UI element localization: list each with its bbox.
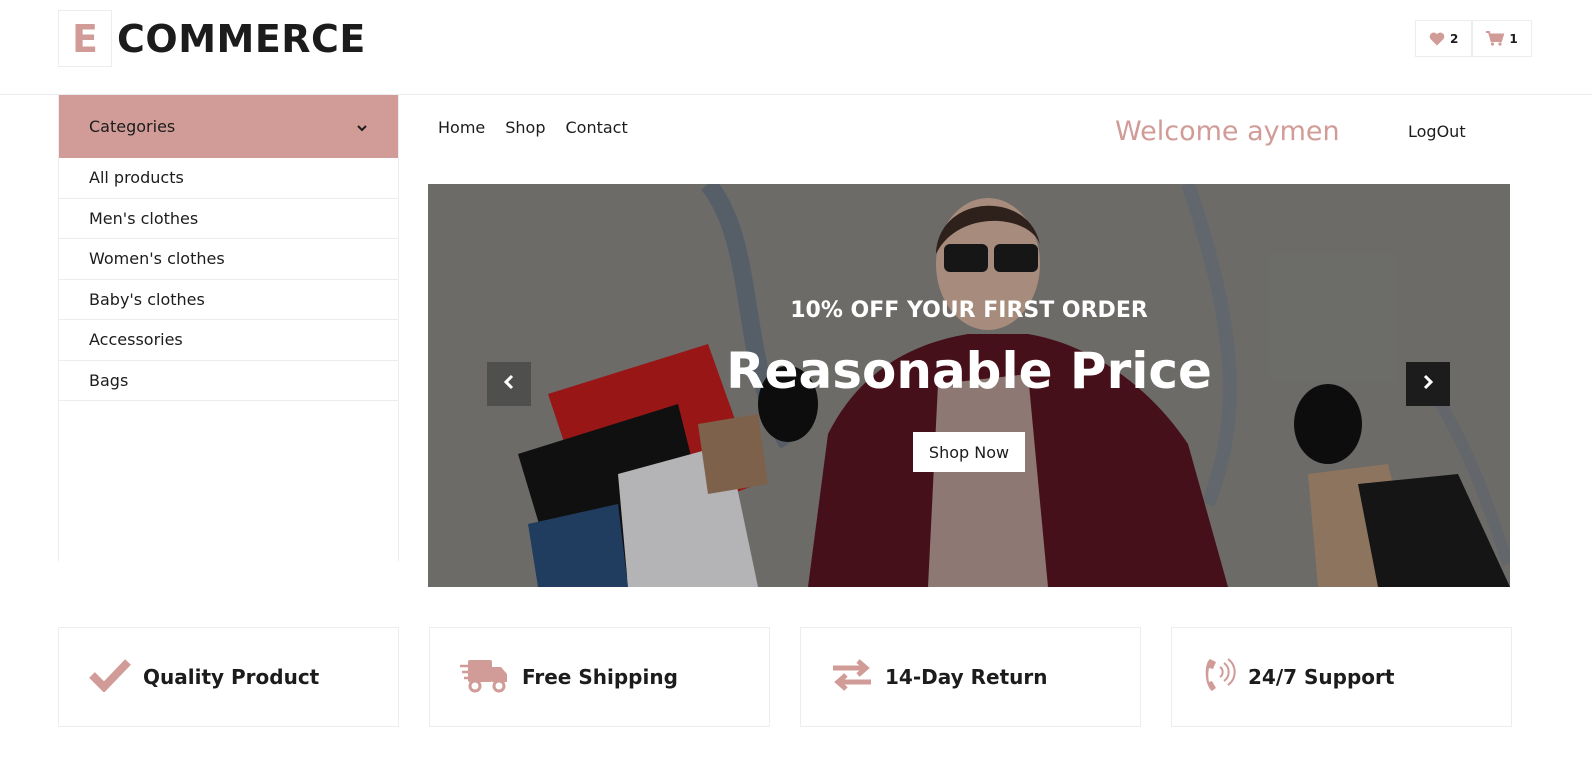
- carousel-next-button[interactable]: [1406, 362, 1450, 406]
- check-icon: [89, 658, 131, 696]
- nav-shop[interactable]: Shop: [505, 118, 545, 137]
- chevron-left-icon: [503, 374, 515, 394]
- welcome-message: Welcome aymen: [1115, 116, 1340, 147]
- logo[interactable]: E COMMERCE: [58, 10, 366, 67]
- logo-letter: E: [58, 10, 112, 67]
- category-all-products[interactable]: All products: [59, 158, 398, 199]
- hero-kicker: 10% OFF YOUR FIRST ORDER: [790, 298, 1148, 323]
- cart-count: 1: [1509, 31, 1518, 46]
- cart-icon: [1486, 31, 1505, 46]
- wishlist-count: 2: [1450, 31, 1459, 46]
- feature-24-7-support: 24/7 Support: [1171, 627, 1512, 727]
- logout-link[interactable]: LogOut: [1408, 122, 1466, 141]
- category-bags[interactable]: Bags: [59, 361, 398, 401]
- shipping-truck-icon: [460, 656, 510, 698]
- category-list: All products Men's clothes Women's cloth…: [59, 158, 398, 401]
- nav-contact[interactable]: Contact: [566, 118, 628, 137]
- shop-now-button[interactable]: Shop Now: [913, 432, 1025, 472]
- chevron-right-icon: [1422, 374, 1434, 394]
- phone-volume-icon: [1202, 655, 1236, 699]
- hero-carousel: 10% OFF YOUR FIRST ORDER Reasonable Pric…: [428, 184, 1510, 587]
- categories-title: Categories: [89, 117, 176, 136]
- categories-sidebar: Categories All products Men's clothes Wo…: [58, 95, 399, 561]
- feature-label: Free Shipping: [522, 665, 678, 689]
- category-accessories[interactable]: Accessories: [59, 320, 398, 361]
- categories-toggle[interactable]: Categories: [59, 95, 398, 158]
- exchange-arrows-icon: [831, 658, 873, 696]
- header-actions: 2 1: [1415, 20, 1532, 57]
- heart-icon: [1429, 32, 1445, 46]
- category-mens-clothes[interactable]: Men's clothes: [59, 199, 398, 239]
- nav-home[interactable]: Home: [438, 118, 485, 137]
- hero-title: Reasonable Price: [726, 342, 1212, 400]
- feature-label: 14-Day Return: [885, 665, 1048, 689]
- feature-14-day-return: 14-Day Return: [800, 627, 1141, 727]
- feature-free-shipping: Free Shipping: [429, 627, 770, 727]
- main-nav: Home Shop Contact: [438, 118, 628, 137]
- chevron-down-icon: [356, 117, 368, 136]
- logo-text: COMMERCE: [117, 16, 366, 61]
- feature-label: 24/7 Support: [1248, 665, 1395, 689]
- feature-label: Quality Product: [143, 665, 320, 689]
- feature-quality-product: Quality Product: [58, 627, 399, 727]
- site-header: E COMMERCE 2 1: [0, 0, 1592, 95]
- features-row: Quality Product Free Shipping 14-Day Ret…: [58, 627, 1512, 727]
- wishlist-button[interactable]: 2: [1415, 20, 1473, 57]
- carousel-prev-button[interactable]: [487, 362, 531, 406]
- category-womens-clothes[interactable]: Women's clothes: [59, 239, 398, 280]
- category-babys-clothes[interactable]: Baby's clothes: [59, 280, 398, 320]
- cart-button[interactable]: 1: [1472, 20, 1532, 57]
